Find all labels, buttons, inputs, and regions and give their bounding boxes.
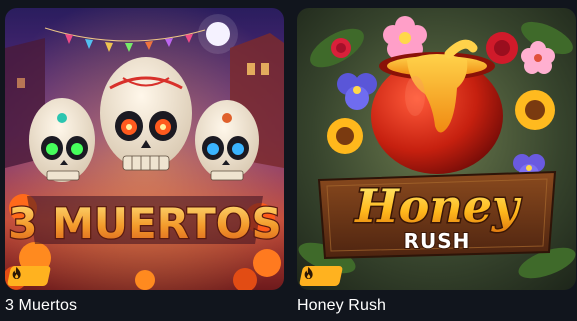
honey-rush-artwork: Honey RUSH — [297, 8, 576, 290]
hot-badge — [6, 266, 52, 286]
game-title[interactable]: 3 Muertos — [5, 296, 77, 316]
flame-icon — [304, 266, 313, 279]
rush-logo: RUSH — [404, 229, 471, 253]
game-title[interactable]: Honey Rush — [297, 296, 386, 316]
3-muertos-logo: 3 MUERTOS — [8, 199, 282, 248]
game-card-honey-rush[interactable]: Honey RUSH Honey Rush — [297, 8, 576, 320]
3-muertos-artwork: 3 MUERTOS — [5, 8, 284, 290]
hot-badge — [298, 266, 344, 286]
games-grid: 3 MUERTOS 3 Muertos Honey RUSH Honey Rus… — [0, 0, 577, 321]
game-thumbnail[interactable]: 3 MUERTOS — [5, 8, 284, 290]
flame-icon — [12, 266, 21, 279]
honey-logo: Honey — [353, 179, 522, 233]
game-thumbnail[interactable]: Honey RUSH — [297, 8, 576, 290]
game-card-3-muertos[interactable]: 3 MUERTOS 3 Muertos — [5, 8, 284, 320]
